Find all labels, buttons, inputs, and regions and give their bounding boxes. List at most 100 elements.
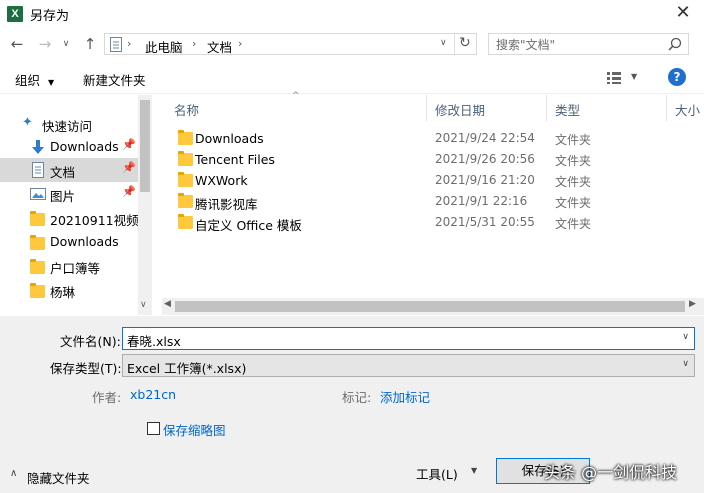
folder-icon bbox=[30, 259, 45, 274]
filetype-select[interactable]: Excel 工作簿(*.xlsx) ∨ bbox=[122, 354, 695, 377]
file-row[interactable]: 腾讯影视库 2021/9/1 22:16 文件夹 bbox=[162, 191, 682, 212]
breadcrumb-documents[interactable]: 文档 bbox=[207, 37, 232, 56]
filename-field[interactable]: 春晓.xlsx ∨ bbox=[122, 327, 695, 350]
folder-icon bbox=[178, 193, 193, 208]
window-title: 另存为 bbox=[30, 9, 70, 24]
filetype-label: 保存类型(T): bbox=[50, 361, 122, 376]
file-type: 文件夹 bbox=[555, 217, 592, 231]
address-bar[interactable]: › 此电脑 › 文档 › ∨ ↻ bbox=[104, 33, 477, 55]
file-row[interactable]: Downloads 2021/9/24 22:54 文件夹 bbox=[162, 128, 682, 149]
folder-icon bbox=[30, 283, 45, 298]
scroll-right-icon[interactable]: ▶ bbox=[689, 299, 696, 309]
folder-icon bbox=[178, 130, 193, 145]
column-divider[interactable] bbox=[546, 95, 547, 121]
document-icon bbox=[110, 37, 122, 52]
nav-item-label: Downloads bbox=[50, 139, 119, 154]
filename-label: 文件名(N): bbox=[60, 334, 121, 349]
file-modified: 2021/9/16 21:20 bbox=[435, 173, 535, 187]
file-type: 文件夹 bbox=[555, 133, 592, 147]
file-list: ^ 名称 修改日期 类型 大小 Downloads 2021/9/24 22:5… bbox=[162, 91, 704, 315]
file-row[interactable]: 自定义 Office 模板 2021/5/31 20:55 文件夹 bbox=[162, 212, 682, 233]
view-menu-caret-icon[interactable]: ▼ bbox=[631, 72, 637, 81]
document-icon bbox=[32, 162, 44, 178]
excel-icon: X bbox=[7, 6, 23, 22]
file-modified: 2021/5/31 20:55 bbox=[435, 215, 535, 229]
scroll-left-icon[interactable]: ◀ bbox=[164, 299, 171, 309]
organize-button[interactable]: 组织 ▼ bbox=[15, 70, 54, 89]
sort-caret-up-icon: ^ bbox=[292, 91, 300, 101]
caret-down-icon: ▼ bbox=[48, 78, 55, 87]
author-label: 作者: bbox=[92, 390, 122, 405]
file-row[interactable]: WXWork 2021/9/16 21:20 文件夹 bbox=[162, 170, 682, 191]
nav-item-label: 图片 bbox=[50, 189, 76, 204]
nav-item-downloads[interactable]: Downloads 📌 bbox=[0, 135, 138, 159]
up-button[interactable]: ↑ bbox=[79, 33, 101, 55]
save-thumbnail-label[interactable]: 保存缩略图 bbox=[163, 420, 226, 439]
picture-icon bbox=[30, 188, 46, 200]
search-input[interactable]: 搜索"文档" bbox=[488, 33, 689, 55]
column-header-size[interactable]: 大小 bbox=[675, 100, 700, 119]
file-name: Tencent Files bbox=[195, 152, 275, 167]
filetype-value: Excel 工作簿(*.xlsx) bbox=[127, 361, 247, 376]
column-header-type[interactable]: 类型 bbox=[555, 100, 580, 119]
save-thumbnail-checkbox[interactable] bbox=[147, 422, 160, 435]
download-arrow-icon bbox=[32, 140, 44, 154]
new-folder-button[interactable]: 新建文件夹 bbox=[83, 70, 146, 89]
pin-icon[interactable]: 📌 bbox=[122, 161, 136, 174]
organize-label: 组织 bbox=[15, 73, 41, 88]
chevron-down-icon: ∨ bbox=[62, 39, 70, 49]
nav-item-folder[interactable]: 20210911视频 bbox=[0, 206, 139, 230]
address-dropdown-chevron-icon[interactable]: ∨ bbox=[440, 38, 447, 48]
column-header-modified[interactable]: 修改日期 bbox=[435, 100, 485, 119]
title-bar: X 另存为 ✕ bbox=[0, 0, 704, 28]
column-divider[interactable] bbox=[666, 95, 667, 121]
file-modified: 2021/9/24 22:54 bbox=[435, 131, 535, 145]
chevron-down-icon[interactable]: ∨ bbox=[682, 332, 689, 342]
nav-item-folder[interactable]: 户口簿等 bbox=[0, 254, 138, 278]
column-header-name[interactable]: 名称 bbox=[174, 100, 199, 119]
forward-button[interactable]: → bbox=[34, 33, 56, 55]
file-modified: 2021/9/26 20:56 bbox=[435, 152, 535, 166]
divider bbox=[454, 34, 455, 54]
help-icon[interactable]: ? bbox=[668, 68, 686, 86]
file-type: 文件夹 bbox=[555, 175, 592, 189]
nav-item-quick-access[interactable]: ✦ 快速访问 bbox=[0, 112, 138, 136]
nav-item-folder[interactable]: Downloads bbox=[0, 230, 138, 254]
tools-menu[interactable]: 工具(L) bbox=[416, 464, 458, 483]
close-button[interactable]: ✕ bbox=[668, 2, 698, 26]
watermark-text: 头条 @一剑侃科技 bbox=[544, 463, 678, 482]
file-row[interactable]: Tencent Files 2021/9/26 20:56 文件夹 bbox=[162, 149, 682, 170]
pin-icon[interactable]: 📌 bbox=[122, 185, 136, 198]
file-type: 文件夹 bbox=[555, 196, 592, 210]
pin-icon[interactable]: 📌 bbox=[122, 138, 136, 151]
breadcrumb-separator-icon: › bbox=[238, 37, 243, 50]
nav-item-label: 文档 bbox=[50, 165, 76, 180]
nav-scrollbar-thumb[interactable] bbox=[140, 100, 150, 192]
refresh-icon[interactable]: ↻ bbox=[459, 35, 471, 51]
nav-item-folder[interactable]: 杨琳 bbox=[0, 278, 138, 302]
add-tags-link[interactable]: 添加标记 bbox=[380, 387, 430, 406]
nav-item-documents[interactable]: 文档 📌 bbox=[0, 158, 138, 182]
column-divider[interactable] bbox=[426, 95, 427, 121]
breadcrumb-this-pc[interactable]: 此电脑 bbox=[145, 37, 183, 56]
scroll-down-chevron-icon[interactable]: ∨ bbox=[140, 300, 147, 310]
nav-item-pictures[interactable]: 图片 📌 bbox=[0, 182, 138, 206]
recent-locations-button[interactable]: ∨ bbox=[58, 33, 74, 55]
caret-down-icon[interactable]: ▼ bbox=[471, 466, 477, 475]
tags-label: 标记: bbox=[342, 390, 372, 405]
back-button[interactable]: ← bbox=[6, 33, 28, 55]
arrow-right-icon: → bbox=[38, 35, 52, 53]
horizontal-scrollbar-thumb[interactable] bbox=[175, 301, 685, 312]
nav-item-label: Downloads bbox=[50, 234, 119, 249]
nav-item-label: 20210911视频 bbox=[50, 213, 139, 228]
search-icon bbox=[668, 37, 682, 51]
author-value[interactable]: xb21cn bbox=[130, 387, 176, 402]
search-placeholder: 搜索"文档" bbox=[496, 38, 556, 52]
close-icon: ✕ bbox=[675, 2, 691, 23]
chevron-up-icon[interactable]: ∧ bbox=[10, 468, 17, 479]
file-name: 自定义 Office 模板 bbox=[195, 218, 302, 233]
navigation-pane: ✦ 快速访问 Downloads 📌 文档 📌 图片 📌 20210911视频 … bbox=[0, 95, 152, 315]
view-options-icon[interactable] bbox=[607, 71, 621, 84]
chevron-down-icon: ∨ bbox=[682, 359, 689, 369]
hide-folders-button[interactable]: 隐藏文件夹 bbox=[27, 468, 90, 487]
